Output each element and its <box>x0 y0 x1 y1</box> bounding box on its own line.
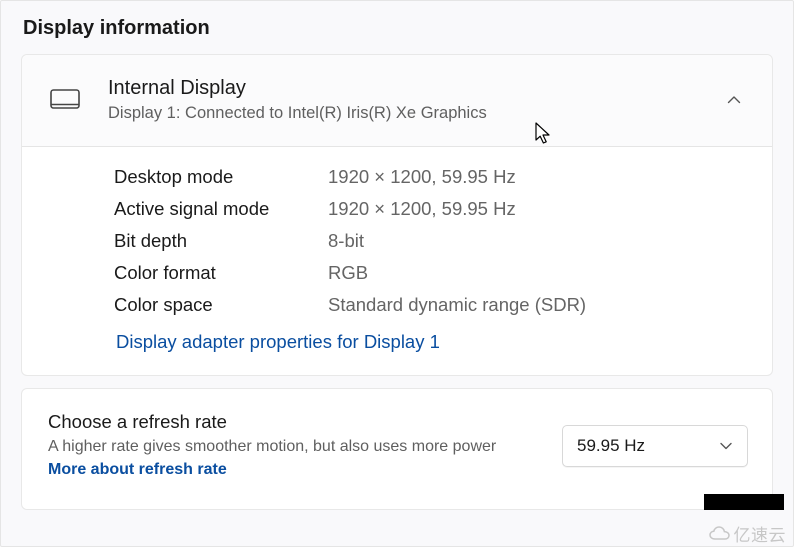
display-header-titles: Internal Display Display 1: Connected to… <box>108 75 726 126</box>
detail-label: Bit depth <box>114 230 328 252</box>
refresh-text: Choose a refresh rate A higher rate give… <box>48 411 542 481</box>
detail-value: 8-bit <box>328 230 364 252</box>
monitor-icon <box>50 89 80 111</box>
detail-row: Bit depth 8-bit <box>114 225 748 257</box>
watermark: 亿速云 <box>709 521 787 546</box>
detail-row: Desktop mode 1920 × 1200, 59.95 Hz <box>114 161 748 193</box>
detail-label: Color format <box>114 262 328 284</box>
watermark-text: 亿速云 <box>734 521 787 546</box>
detail-label: Active signal mode <box>114 198 328 220</box>
detail-value: 1920 × 1200, 59.95 Hz <box>328 198 516 220</box>
chevron-down-icon <box>719 439 733 453</box>
display-info-card: Internal Display Display 1: Connected to… <box>21 54 773 376</box>
refresh-title: Choose a refresh rate <box>48 411 542 433</box>
refresh-description: A higher rate gives smoother motion, but… <box>48 435 518 481</box>
detail-value: Standard dynamic range (SDR) <box>328 294 586 316</box>
display-details: Desktop mode 1920 × 1200, 59.95 Hz Activ… <box>22 147 772 375</box>
display-expander-header[interactable]: Internal Display Display 1: Connected to… <box>22 55 772 147</box>
refresh-rate-card: Choose a refresh rate A higher rate give… <box>21 388 773 510</box>
detail-row: Color space Standard dynamic range (SDR) <box>114 289 748 321</box>
refresh-rate-select[interactable]: 59.95 Hz <box>562 425 748 467</box>
detail-row: Active signal mode 1920 × 1200, 59.95 Hz <box>114 193 748 225</box>
chevron-up-icon <box>726 92 742 108</box>
detail-value: RGB <box>328 262 368 284</box>
section-title: Display information <box>23 17 773 40</box>
adapter-link-row: Display adapter properties for Display 1 <box>114 331 748 353</box>
cloud-icon <box>709 526 731 542</box>
more-about-refresh-link[interactable]: More about refresh rate <box>48 461 227 478</box>
display-adapter-link[interactable]: Display adapter properties for Display 1 <box>116 331 440 352</box>
detail-row: Color format RGB <box>114 257 748 289</box>
display-subtitle: Display 1: Connected to Intel(R) Iris(R)… <box>108 101 726 126</box>
detail-label: Color space <box>114 294 328 316</box>
detail-value: 1920 × 1200, 59.95 Hz <box>328 166 516 188</box>
refresh-desc-text: A higher rate gives smoother motion, but… <box>48 438 496 455</box>
settings-page: Display information Internal Display Dis… <box>0 0 794 547</box>
detail-label: Desktop mode <box>114 166 328 188</box>
display-name: Internal Display <box>108 75 726 101</box>
refresh-selected-value: 59.95 Hz <box>577 436 645 456</box>
watermark-bar <box>704 494 784 510</box>
